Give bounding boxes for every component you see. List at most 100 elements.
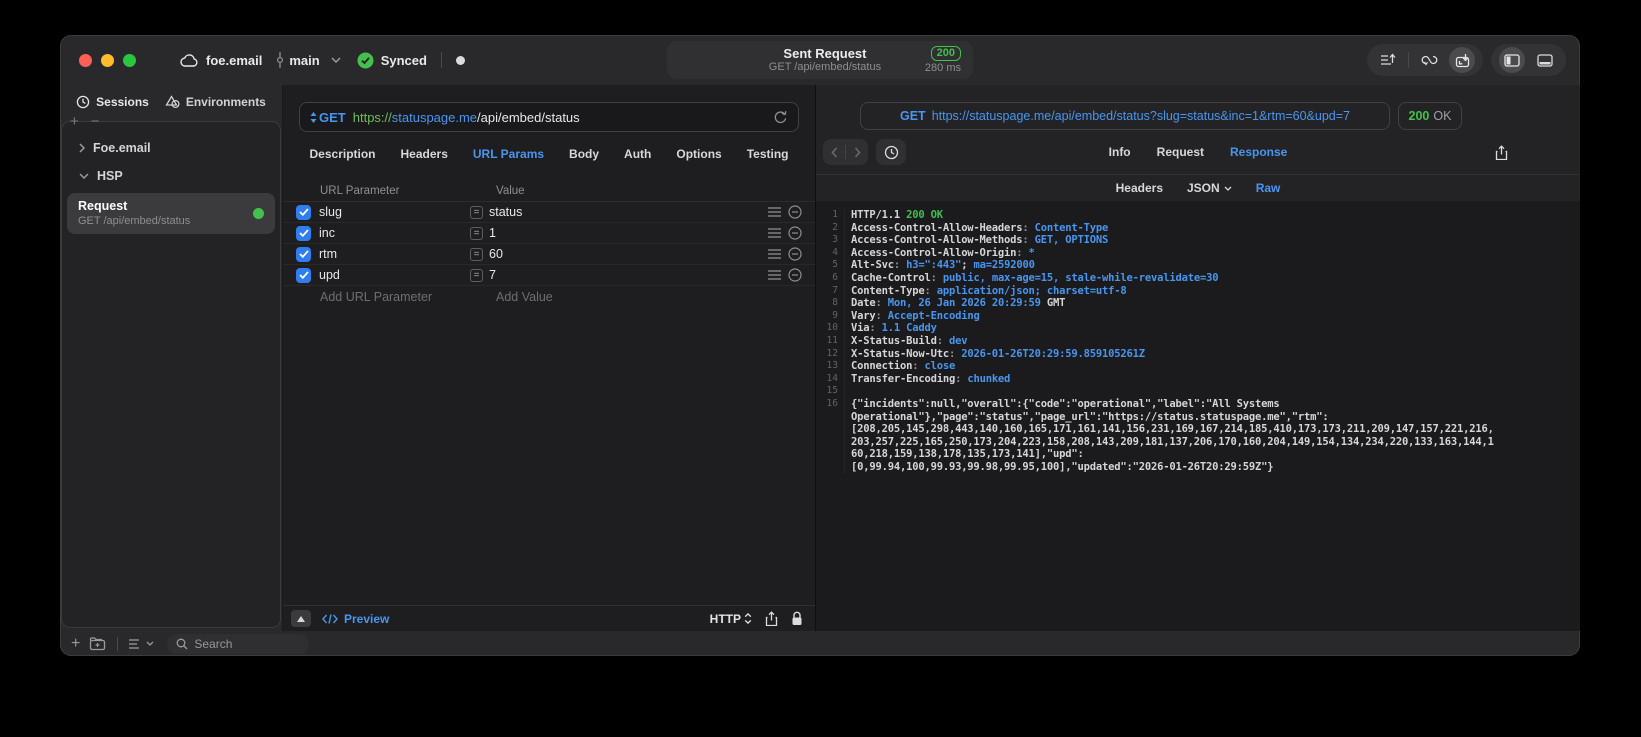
drag-handle-icon[interactable] [768,249,781,259]
code-line: 8 Date: Mon, 26 Jan 2026 20:29:59 GMT [816,297,1580,310]
url-input[interactable]: https://statuspage.me/api/embed/status [353,110,766,125]
session-dot-icon[interactable] [455,55,465,65]
drag-handle-icon[interactable] [768,228,781,238]
lock-icon[interactable] [791,611,803,626]
param-row-inc[interactable]: inc = 1 [283,223,815,244]
zoom-button[interactable] [123,53,136,67]
refresh-icon[interactable] [773,110,788,125]
export-response-icon[interactable] [1495,144,1508,160]
checkbox-checked[interactable] [296,267,311,283]
expand-panel-button[interactable] [291,610,311,627]
param-row-upd[interactable]: upd = 7 [283,265,815,286]
import-response-icon[interactable] [1449,47,1475,73]
branch-selector[interactable]: main [276,52,341,68]
status-text: OK [1433,109,1452,123]
tree-item-label: Foe.email [93,141,151,155]
add-request-button[interactable]: + [71,635,80,653]
tree-item-label: HSP [97,169,123,183]
add-param-name[interactable]: Add URL Parameter [283,290,496,304]
sent-request-pill[interactable]: Sent Request GET /api/embed/status 200 2… [667,41,973,79]
subtab-headers[interactable]: Headers [1116,181,1163,195]
param-row-rtm[interactable]: rtm = 60 [283,244,815,265]
tab-headers[interactable]: Headers [401,147,448,161]
tab-sessions[interactable]: Sessions [76,95,149,109]
line-number [816,410,845,424]
checkbox-checked[interactable] [296,204,311,220]
param-value[interactable]: 60 [489,247,768,261]
sort-options-button[interactable] [129,638,154,649]
sidebar-toggle-icon[interactable] [1499,47,1525,73]
line-number: 12 [816,347,845,361]
add-param-row[interactable]: Add URL Parameter Add Value [283,286,815,308]
tab-environments[interactable]: Environments [165,95,266,109]
close-button[interactable] [79,53,92,67]
request-list-item-selected[interactable]: Request GET /api/embed/status [67,193,275,234]
add-session-button[interactable]: + [70,113,79,130]
sent-url-box[interactable]: GET https://statuspage.me/api/embed/stat… [860,102,1390,130]
request-footer: Preview HTTP [283,605,815,631]
history-clock-button[interactable] [876,139,906,165]
url-bar[interactable]: GET https://statuspage.me/api/embed/stat… [299,102,799,132]
sent-request-info: Sent Request GET /api/embed/status [679,46,925,74]
sent-url: https://statuspage.me/api/embed/status?s… [931,109,1351,123]
code-text: Access-Control-Allow-Origin: * [851,246,1035,259]
checkbox-checked[interactable] [296,246,311,262]
remove-row-icon[interactable] [788,205,802,219]
forward-button[interactable] [846,139,868,165]
tab-body[interactable]: Body [569,147,599,161]
sidebar: Sessions Environments + − Foe.email HSP … [60,85,282,631]
minimize-button[interactable] [101,53,114,67]
param-name[interactable]: inc [319,226,470,240]
new-folder-icon[interactable] [89,636,106,651]
tab-options[interactable]: Options [676,147,721,161]
method-selector[interactable]: GET [310,110,346,125]
code-line: 16 {"incidents":null,"overall":{"code":"o… [816,397,1580,411]
back-button[interactable] [823,139,845,165]
sent-request-subtitle: GET /api/embed/status [768,61,882,73]
loop-icon[interactable] [1416,47,1442,73]
tab-url-params[interactable]: URL Params [473,147,544,161]
code-text: 60,218,159,138,178,135,173,141],"upd": [851,448,1084,461]
remove-row-icon[interactable] [788,226,802,240]
tab-response[interactable]: Response [1230,145,1287,159]
remove-row-icon[interactable] [788,247,802,261]
line-number: 16 [816,397,845,411]
traffic-lights [79,53,136,67]
chevron-down-icon [331,57,341,63]
project-menu[interactable]: foe.email [180,53,262,68]
drag-handle-icon[interactable] [768,207,781,217]
tree-item-foe-email[interactable]: Foe.email [62,134,280,162]
param-name[interactable]: upd [319,268,470,282]
tree-item-hsp[interactable]: HSP [62,162,280,190]
tab-auth[interactable]: Auth [624,147,651,161]
remove-session-button[interactable]: − [91,113,100,130]
checkbox-checked[interactable] [296,225,311,241]
subtab-json[interactable]: JSON [1187,181,1232,195]
param-value[interactable]: 1 [489,226,768,240]
tab-testing[interactable]: Testing [747,147,789,161]
sync-status[interactable]: Synced [357,52,427,69]
protocol-selector[interactable]: HTTP [710,612,752,626]
branch-name: main [289,52,320,68]
column-value: Value [496,185,525,197]
subtab-raw[interactable]: Raw [1256,181,1281,195]
remove-row-icon[interactable] [788,268,802,282]
updown-stepper-icon [310,111,317,123]
search-input[interactable]: Search [167,633,310,654]
param-row-slug[interactable]: slug = status [283,202,815,223]
param-value[interactable]: status [489,205,768,219]
preview-button[interactable]: Preview [322,612,389,626]
param-value[interactable]: 7 [489,268,768,282]
bottom-panel-toggle-icon[interactable] [1532,47,1558,73]
add-param-value[interactable]: Add Value [496,290,553,304]
response-nav: Info Request Response [816,130,1580,175]
tab-request[interactable]: Request [1157,145,1204,159]
param-name[interactable]: rtm [319,247,470,261]
method-label: GET [319,109,346,125]
sort-up-icon[interactable] [1375,47,1401,73]
share-icon[interactable] [765,611,778,626]
tab-description[interactable]: Description [310,147,376,161]
param-name[interactable]: slug [319,205,470,219]
tab-info[interactable]: Info [1109,145,1131,159]
drag-handle-icon[interactable] [768,270,781,280]
